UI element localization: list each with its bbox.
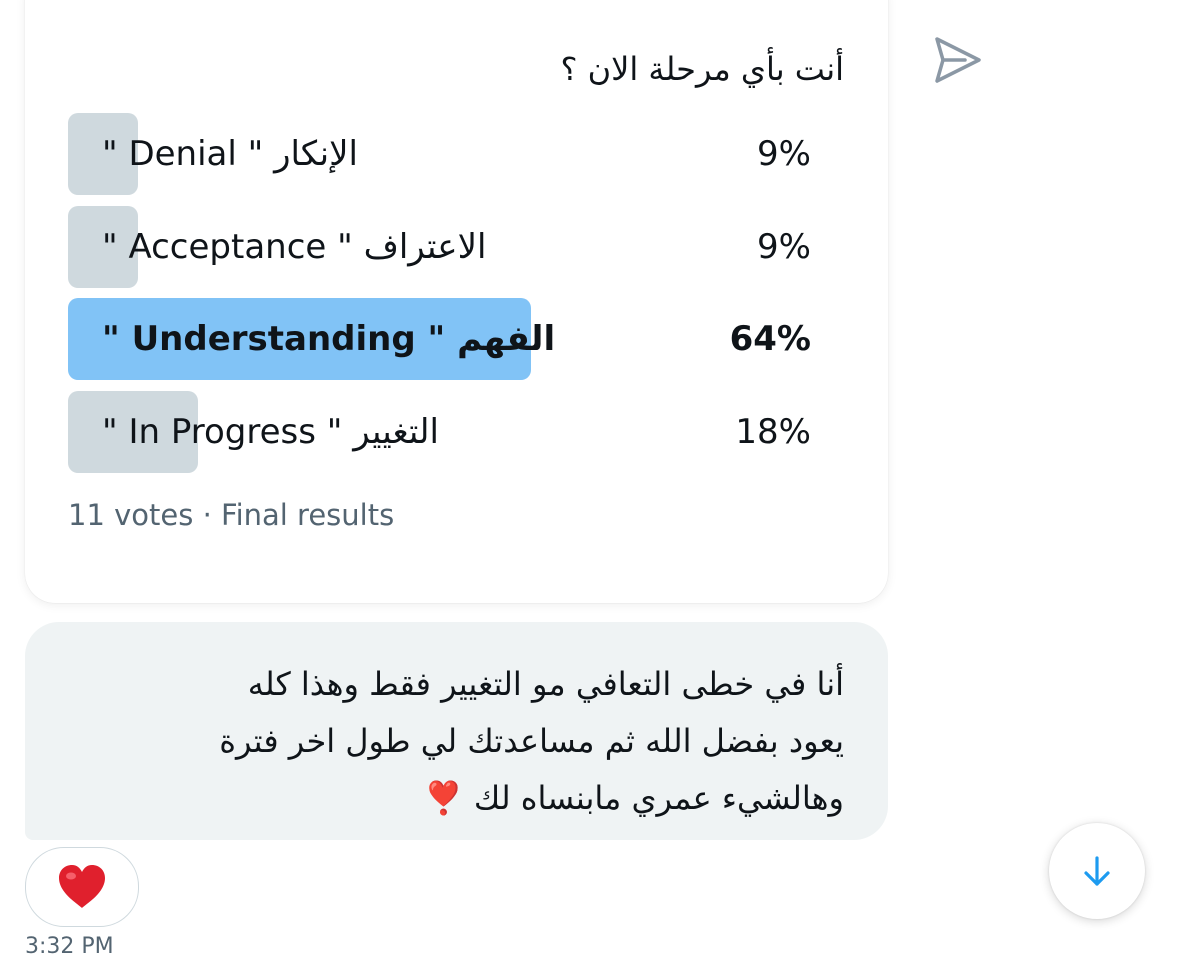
poll-option-label: الاعتراف " Acceptance "	[102, 227, 487, 267]
poll-option-winner: الفهم " Understanding " 64%	[68, 298, 868, 380]
message-timestamp: 3:32 PM	[25, 934, 114, 959]
poll-meta: 11 votes · Final results	[68, 498, 395, 532]
send-button[interactable]	[928, 32, 984, 88]
poll-option-percent: 9%	[757, 134, 811, 174]
reaction-chip[interactable]	[25, 847, 139, 927]
poll-option-label: الفهم " Understanding "	[102, 319, 556, 359]
poll-question: أنت بأي مرحلة الان ؟	[560, 50, 844, 88]
poll-option-label: التغيير " In Progress "	[102, 412, 439, 452]
poll-option-percent: 18%	[735, 412, 811, 452]
arrow-down-icon	[1084, 856, 1110, 886]
poll-option-label: الإنكار " Denial "	[102, 134, 358, 174]
poll-card: أنت بأي مرحلة الان ؟ الإنكار " Denial " …	[25, 0, 888, 603]
message-bubble[interactable]: أنا في خطى التعافي مو التغيير فقط وهذا ك…	[25, 622, 888, 840]
poll-option: الإنكار " Denial " 9%	[68, 113, 868, 195]
poll-option-percent: 64%	[729, 319, 811, 359]
poll-option-percent: 9%	[757, 227, 811, 267]
message-text: أنا في خطى التعافي مو التغيير فقط وهذا ك…	[219, 665, 844, 817]
poll-option: التغيير " In Progress " 18%	[68, 391, 868, 473]
poll-option: الاعتراف " Acceptance " 9%	[68, 206, 868, 288]
scroll-to-bottom-button[interactable]	[1049, 823, 1145, 919]
heart-icon	[59, 865, 105, 908]
send-icon	[935, 37, 981, 83]
